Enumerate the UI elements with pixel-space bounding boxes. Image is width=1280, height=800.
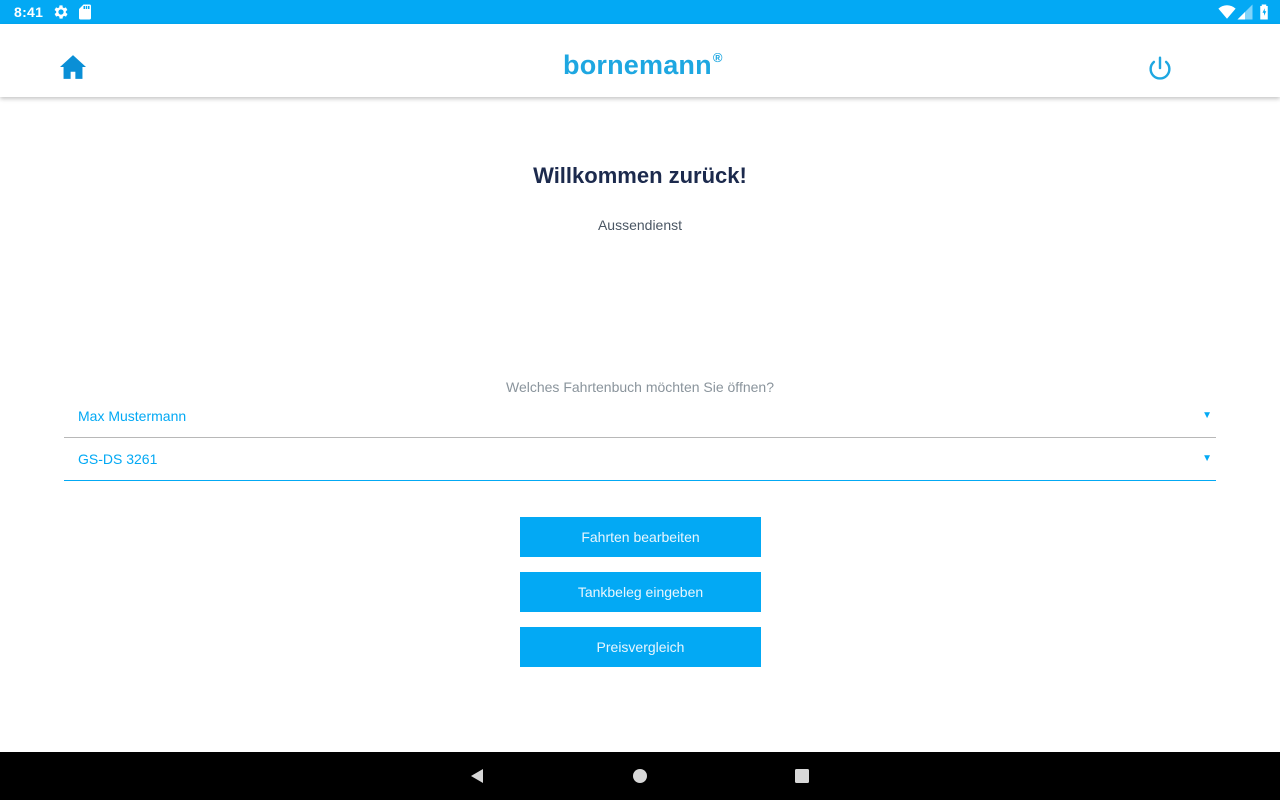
gear-icon: [54, 5, 68, 19]
logo-registered-mark: ®: [712, 50, 723, 65]
system-nav-bar: [0, 752, 1280, 800]
driver-select-value: Max Mustermann: [78, 408, 187, 424]
vehicle-select-value: GS-DS 3261: [78, 451, 158, 467]
logbook-question: Welches Fahrtenbuch möchten Sie öffnen?: [506, 379, 774, 395]
home-nav-icon[interactable]: [630, 766, 650, 786]
wifi-icon: [1218, 5, 1236, 19]
battery-icon: [1260, 4, 1268, 20]
welcome-heading: Willkommen zurück!: [533, 163, 747, 188]
main-content: Willkommen zurück! Aussendienst Welches …: [0, 97, 1280, 752]
home-icon[interactable]: [58, 54, 88, 80]
dropdown-arrow-icon: ▼: [1202, 453, 1212, 464]
back-icon[interactable]: [467, 766, 487, 786]
signal-icon: [1237, 4, 1253, 20]
sd-card-icon: [79, 4, 91, 20]
vehicle-select[interactable]: GS-DS 3261 ▼: [64, 438, 1216, 481]
edit-trips-button[interactable]: Fahrten bearbeiten: [520, 517, 761, 557]
status-time: 8:41: [14, 4, 44, 20]
power-icon[interactable]: [1144, 54, 1176, 84]
brand-logo: bornemann®: [563, 50, 723, 81]
enter-fuel-receipt-button[interactable]: Tankbeleg eingeben: [520, 572, 761, 612]
price-comparison-button[interactable]: Preisvergleich: [520, 627, 761, 667]
dropdown-arrow-icon: ▼: [1202, 410, 1212, 421]
logo-text: bornemann: [563, 50, 712, 80]
status-bar: 8:41: [0, 0, 1280, 24]
recents-icon[interactable]: [792, 766, 812, 786]
driver-select[interactable]: Max Mustermann ▼: [64, 395, 1216, 438]
app-bar: bornemann®: [0, 24, 1280, 97]
role-label: Aussendienst: [597, 217, 683, 233]
